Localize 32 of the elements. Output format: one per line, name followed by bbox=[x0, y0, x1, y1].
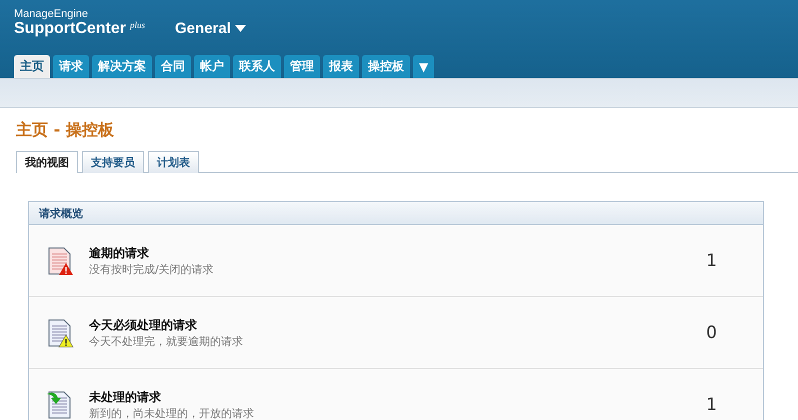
request-count: 0 bbox=[706, 322, 717, 342]
request-summary-row[interactable]: 逾期的请求 没有按时完成/关闭的请求 1 bbox=[29, 225, 763, 297]
request-count: 1 bbox=[706, 250, 717, 270]
row-title: 未处理的请求 bbox=[89, 388, 162, 406]
nav-tab[interactable]: 帐户 bbox=[194, 55, 230, 78]
row-title: 逾期的请求 bbox=[89, 244, 150, 262]
brand-suffix: plus bbox=[130, 20, 146, 30]
nav-tab[interactable]: 请求 bbox=[53, 55, 89, 78]
brand-name: SupportCenter bbox=[14, 20, 126, 38]
brand-tagline: ManageEngine bbox=[14, 8, 90, 20]
nav-tab[interactable]: 操控板 bbox=[362, 55, 410, 78]
row-title: 今天必须处理的请求 bbox=[89, 316, 198, 334]
nav-tab[interactable]: 主页 bbox=[14, 55, 50, 78]
nav-tab[interactable]: 解决方案 bbox=[92, 55, 152, 78]
nav-tab[interactable]: 联系人 bbox=[233, 55, 281, 78]
request-summary-row[interactable]: 未处理的请求 新到的，尚未处理的，开放的请求 1 bbox=[29, 369, 763, 420]
request-count: 1 bbox=[706, 394, 717, 414]
nav-tab[interactable]: ▼ bbox=[413, 55, 434, 78]
row-subtitle: 新到的，尚未处理的，开放的请求 bbox=[89, 406, 255, 420]
page-title: 主页 - 操控板 bbox=[16, 120, 115, 141]
workspace-selector[interactable]: General bbox=[175, 20, 246, 38]
view-tab[interactable]: 我的视图 bbox=[16, 151, 78, 173]
nav-tab[interactable]: 报表 bbox=[323, 55, 359, 78]
nav-tab[interactable]: 管理 bbox=[284, 55, 320, 78]
caret-icon bbox=[234, 25, 246, 32]
panel-title: 请求概览 bbox=[29, 202, 763, 225]
request-summary-row[interactable]: 今天必须处理的请求 今天不处理完，就要逾期的请求 0 bbox=[29, 297, 763, 369]
view-tab[interactable]: 计划表 bbox=[148, 151, 199, 173]
row-subtitle: 没有按时完成/关闭的请求 bbox=[89, 262, 215, 276]
view-tab[interactable]: 支持要员 bbox=[82, 151, 144, 173]
nav-tab[interactable]: 合同 bbox=[155, 55, 191, 78]
row-subtitle: 今天不处理完，就要逾期的请求 bbox=[89, 334, 244, 348]
